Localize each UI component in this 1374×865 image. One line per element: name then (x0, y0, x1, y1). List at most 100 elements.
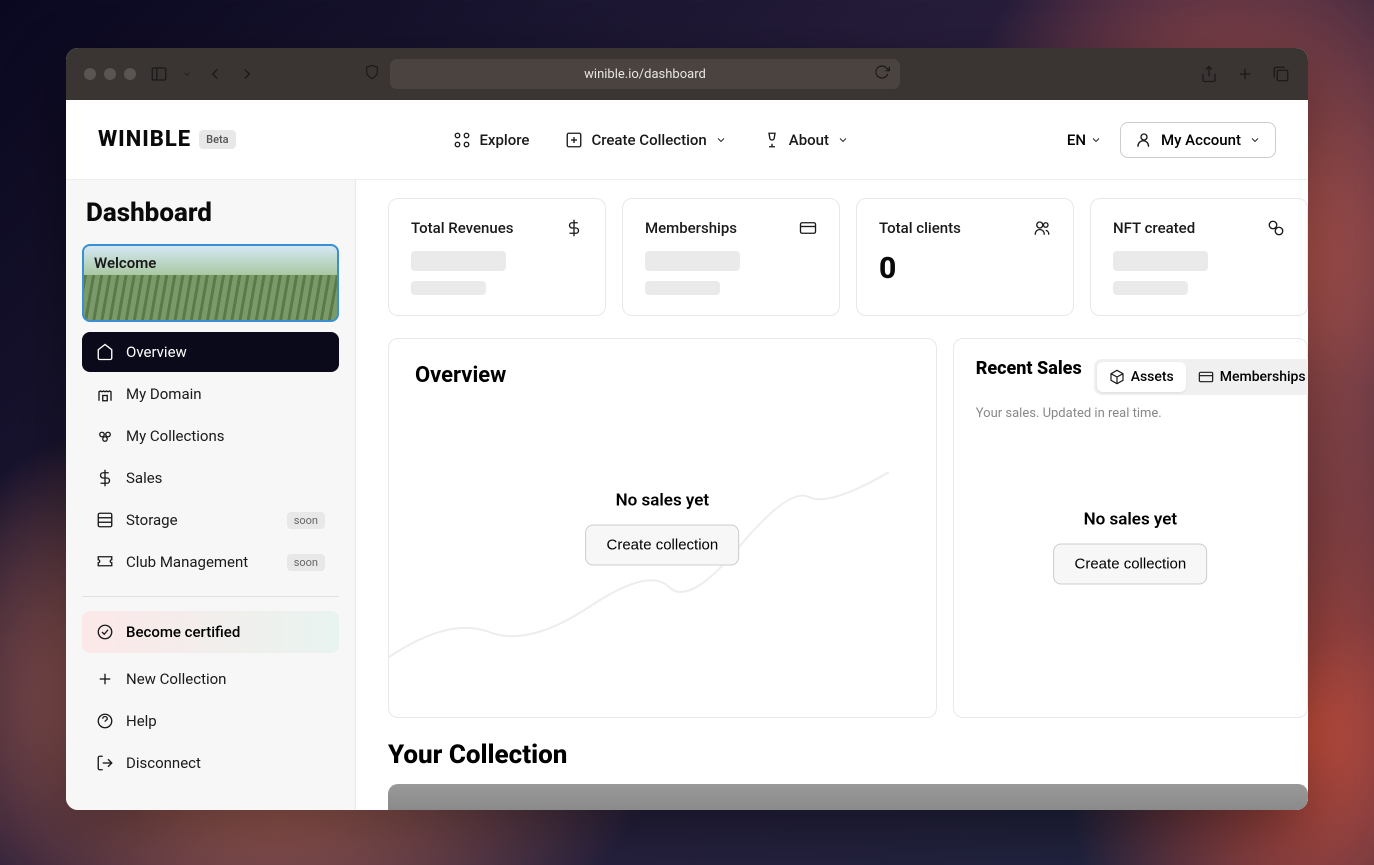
your-collection-title: Your Collection (388, 740, 1308, 770)
sidebar-item-label: My Collections (126, 427, 224, 445)
logo[interactable]: WINIBLE Beta (98, 127, 236, 152)
nav-create-collection[interactable]: Create Collection (565, 131, 726, 149)
minimize-window-button[interactable] (104, 68, 116, 80)
url-bar[interactable]: winible.io/dashboard (390, 59, 900, 89)
chevron-down-icon (715, 134, 727, 146)
tab-assets[interactable]: Assets (1097, 362, 1186, 392)
language-label: EN (1067, 131, 1086, 149)
sidebar: Dashboard Welcome Overview My Domain My … (66, 180, 356, 810)
close-window-button[interactable] (84, 68, 96, 80)
beta-badge: Beta (199, 130, 235, 149)
collection-placeholder (388, 784, 1308, 810)
card-icon (799, 219, 817, 237)
card-icon (1198, 369, 1214, 385)
sidebar-item-label: Help (126, 712, 157, 730)
castle-icon (96, 385, 114, 403)
sidebar-item-storage[interactable]: Storage soon (82, 500, 339, 540)
chevron-down-icon (1090, 134, 1102, 146)
ticket-icon (96, 553, 114, 571)
back-button[interactable] (206, 65, 224, 83)
sales-subtitle: Your sales. Updated in real time. (976, 405, 1285, 423)
nav-explore[interactable]: Explore (453, 131, 529, 149)
sidebar-title: Dashboard (82, 198, 339, 228)
language-selector[interactable]: EN (1067, 131, 1102, 149)
sidebar-item-new-collection[interactable]: New Collection (82, 659, 339, 699)
sidebar-item-my-collections[interactable]: My Collections (82, 416, 339, 456)
create-collection-button[interactable]: Create collection (586, 525, 740, 566)
chevron-down-icon[interactable] (182, 69, 192, 79)
sidebar-item-club-management[interactable]: Club Management soon (82, 542, 339, 582)
account-label: My Account (1161, 131, 1241, 149)
new-tab-icon[interactable] (1236, 65, 1254, 83)
link-icon (1267, 219, 1285, 237)
skeleton-loader (411, 281, 486, 295)
my-account-button[interactable]: My Account (1120, 122, 1276, 158)
sidebar-item-sales[interactable]: Sales (82, 458, 339, 498)
empty-state-text: No sales yet (586, 491, 740, 511)
sidebar-toggle-icon[interactable] (150, 65, 168, 83)
dollar-icon (96, 469, 114, 487)
cube-icon (1109, 369, 1125, 385)
stat-card-memberships: Memberships (622, 198, 840, 316)
sidebar-item-disconnect[interactable]: Disconnect (82, 743, 339, 783)
become-certified-button[interactable]: Become certified (82, 611, 339, 653)
skeleton-loader (411, 251, 506, 271)
sidebar-item-label: New Collection (126, 670, 226, 688)
maximize-window-button[interactable] (124, 68, 136, 80)
sidebar-item-label: Storage (126, 511, 178, 529)
nav-create-label: Create Collection (591, 131, 706, 149)
check-badge-icon (96, 623, 114, 641)
nav-explore-label: Explore (479, 131, 529, 149)
certified-label: Become certified (126, 623, 240, 641)
forward-button[interactable] (238, 65, 256, 83)
soon-badge: soon (287, 554, 325, 571)
sidebar-item-label: Sales (126, 469, 162, 487)
tab-label: Assets (1131, 369, 1174, 385)
share-icon[interactable] (1200, 65, 1218, 83)
tab-memberships[interactable]: Memberships (1186, 362, 1308, 392)
sidebar-item-overview[interactable]: Overview (82, 332, 339, 372)
content-area: Total Revenues Memberships (356, 180, 1308, 810)
refresh-icon[interactable] (874, 64, 890, 84)
nav-about[interactable]: About (763, 131, 849, 149)
stat-title: Total clients (879, 219, 961, 237)
grapes-icon (96, 427, 114, 445)
divider (82, 596, 339, 597)
empty-state-text: No sales yet (1054, 509, 1208, 529)
user-icon (1135, 131, 1153, 149)
sidebar-item-label: My Domain (126, 385, 202, 403)
recent-sales-panel: Recent Sales Assets Memberships (953, 338, 1308, 718)
welcome-card[interactable]: Welcome (82, 244, 339, 322)
home-icon (96, 343, 114, 361)
skeleton-loader (645, 251, 740, 271)
tabs-icon[interactable] (1272, 65, 1290, 83)
skeleton-loader (645, 281, 720, 295)
stat-title: Memberships (645, 219, 737, 237)
url-text: winible.io/dashboard (584, 67, 706, 82)
stat-card-clients: Total clients 0 (856, 198, 1074, 316)
dollar-icon (565, 219, 583, 237)
top-nav: WINIBLE Beta Explore Create Collection A… (66, 100, 1308, 180)
stat-title: Total Revenues (411, 219, 513, 237)
stat-card-revenues: Total Revenues (388, 198, 606, 316)
stat-card-nft: NFT created (1090, 198, 1308, 316)
shield-icon (364, 64, 380, 84)
stat-value: 0 (879, 251, 1051, 286)
sidebar-item-help[interactable]: Help (82, 701, 339, 741)
vineyard-image (84, 275, 337, 320)
overview-title: Overview (415, 363, 910, 388)
traffic-lights (84, 68, 136, 80)
sidebar-item-label: Disconnect (126, 754, 201, 772)
skeleton-loader (1113, 281, 1188, 295)
create-collection-button[interactable]: Create collection (1054, 543, 1208, 584)
logout-icon (96, 754, 114, 772)
stat-title: NFT created (1113, 219, 1195, 237)
sales-title: Recent Sales (976, 359, 1082, 380)
soon-badge: soon (287, 512, 325, 529)
sidebar-item-my-domain[interactable]: My Domain (82, 374, 339, 414)
chevron-down-icon (837, 134, 849, 146)
chevron-down-icon (1249, 134, 1261, 146)
help-icon (96, 712, 114, 730)
tab-label: Memberships (1220, 369, 1306, 385)
overview-panel: Overview No sales yet Create collection (388, 338, 937, 718)
